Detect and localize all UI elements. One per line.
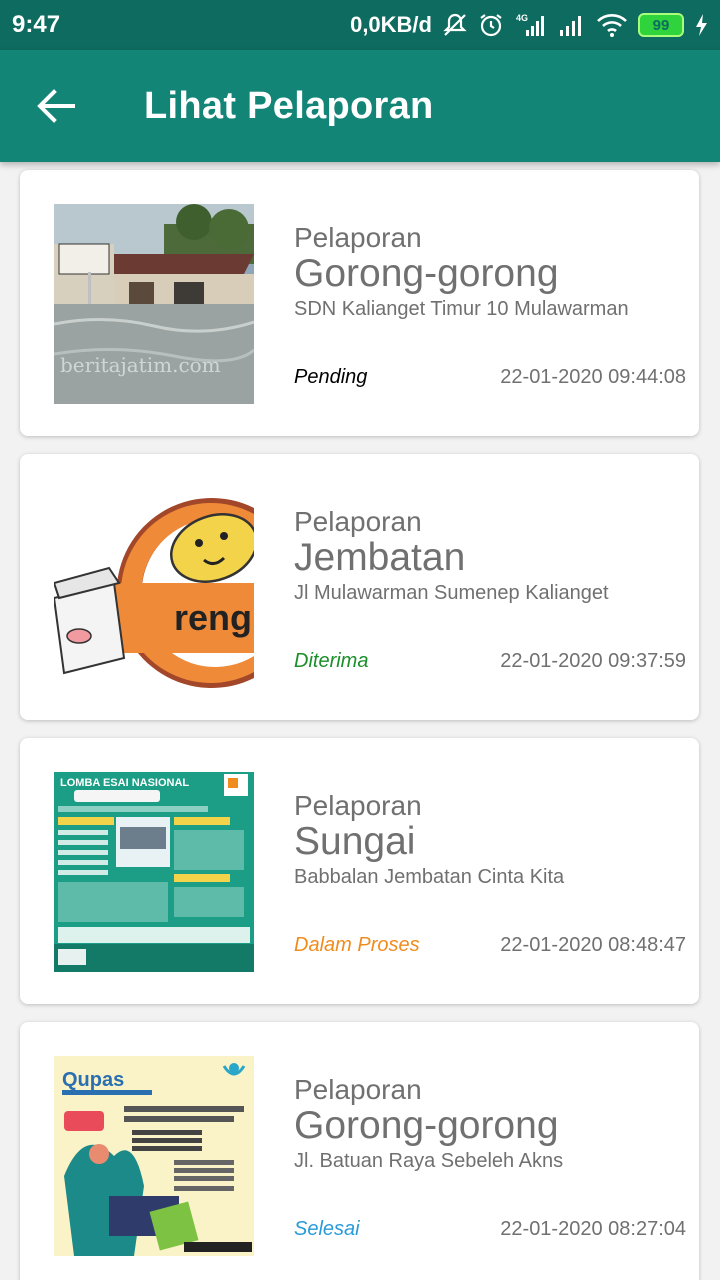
- signal-icon: [558, 12, 586, 38]
- report-thumbnail-flood: beritajatim.com: [54, 204, 254, 404]
- report-category: Pelaporan: [294, 506, 422, 537]
- report-status: Diterima: [294, 650, 369, 672]
- report-datetime: 22-01-2020 09:37:59: [500, 650, 686, 672]
- report-card[interactable]: reng Pelaporan Jembatan Jl Mulawarman Su…: [20, 454, 699, 720]
- report-status: Pending: [294, 366, 368, 388]
- report-type: Gorong-gorong: [294, 252, 559, 295]
- thumbnail-logo-text: reng: [174, 597, 252, 638]
- alarm-icon: [478, 12, 504, 38]
- svg-text:4G: 4G: [516, 13, 528, 23]
- thumbnail-watermark: beritajatim.com: [60, 353, 221, 377]
- report-type: Jembatan: [294, 536, 466, 579]
- report-status: Dalam Proses: [294, 934, 420, 956]
- report-type: Gorong-gorong: [294, 1104, 559, 1147]
- back-button[interactable]: [26, 76, 86, 136]
- report-datetime: 22-01-2020 08:27:04: [500, 1218, 686, 1240]
- report-thumbnail-poster: LOMBA ESAI NASIONAL: [54, 772, 254, 972]
- battery-icon: 99: [638, 13, 684, 37]
- report-location: Jl Mulawarman Sumenep Kalianget: [294, 582, 609, 604]
- mute-icon: [442, 12, 468, 38]
- status-time: 9:47: [12, 11, 61, 38]
- status-bar: 9:47 0,0KB/d 4G 99: [0, 0, 720, 50]
- report-thumbnail-internship: Qupas: [54, 1056, 254, 1256]
- report-location: SDN Kalianget Timur 10 Mulawarman: [294, 298, 629, 320]
- report-datetime: 22-01-2020 09:44:08: [500, 366, 686, 388]
- charging-icon: [694, 13, 708, 37]
- report-category: Pelaporan: [294, 222, 422, 253]
- report-list[interactable]: beritajatim.com Pelaporan Gorong-gorong …: [0, 162, 720, 1280]
- report-thumbnail-logo: reng: [54, 488, 254, 688]
- report-card[interactable]: LOMBA ESAI NASIONAL Pelaporan Sungai Bab…: [20, 738, 699, 1004]
- report-location: Jl. Batuan Raya Sebeleh Akns: [294, 1150, 564, 1172]
- report-location: Babbalan Jembatan Cinta Kita: [294, 866, 565, 888]
- report-card[interactable]: Qupas Pelaporan Gorong-gorong Jl. Batuan…: [20, 1022, 699, 1280]
- report-type: Sungai: [294, 820, 416, 863]
- report-datetime: 22-01-2020 08:48:47: [500, 934, 686, 956]
- report-category: Pelaporan: [294, 790, 422, 821]
- arrow-left-icon: [37, 89, 75, 123]
- thumbnail-brand: Qupas: [62, 1069, 124, 1091]
- thumbnail-poster-title: LOMBA ESAI NASIONAL: [60, 777, 189, 789]
- report-status: Selesai: [294, 1218, 360, 1240]
- page-title: Lihat Pelaporan: [144, 84, 434, 127]
- report-card[interactable]: beritajatim.com Pelaporan Gorong-gorong …: [20, 170, 699, 436]
- signal-icon: 4G: [514, 12, 548, 38]
- app-bar: Lihat Pelaporan: [0, 50, 720, 162]
- wifi-icon: [596, 12, 628, 38]
- status-icons: 0,0KB/d 4G 99: [350, 12, 708, 38]
- report-category: Pelaporan: [294, 1074, 422, 1105]
- network-speed: 0,0KB/d: [350, 12, 432, 37]
